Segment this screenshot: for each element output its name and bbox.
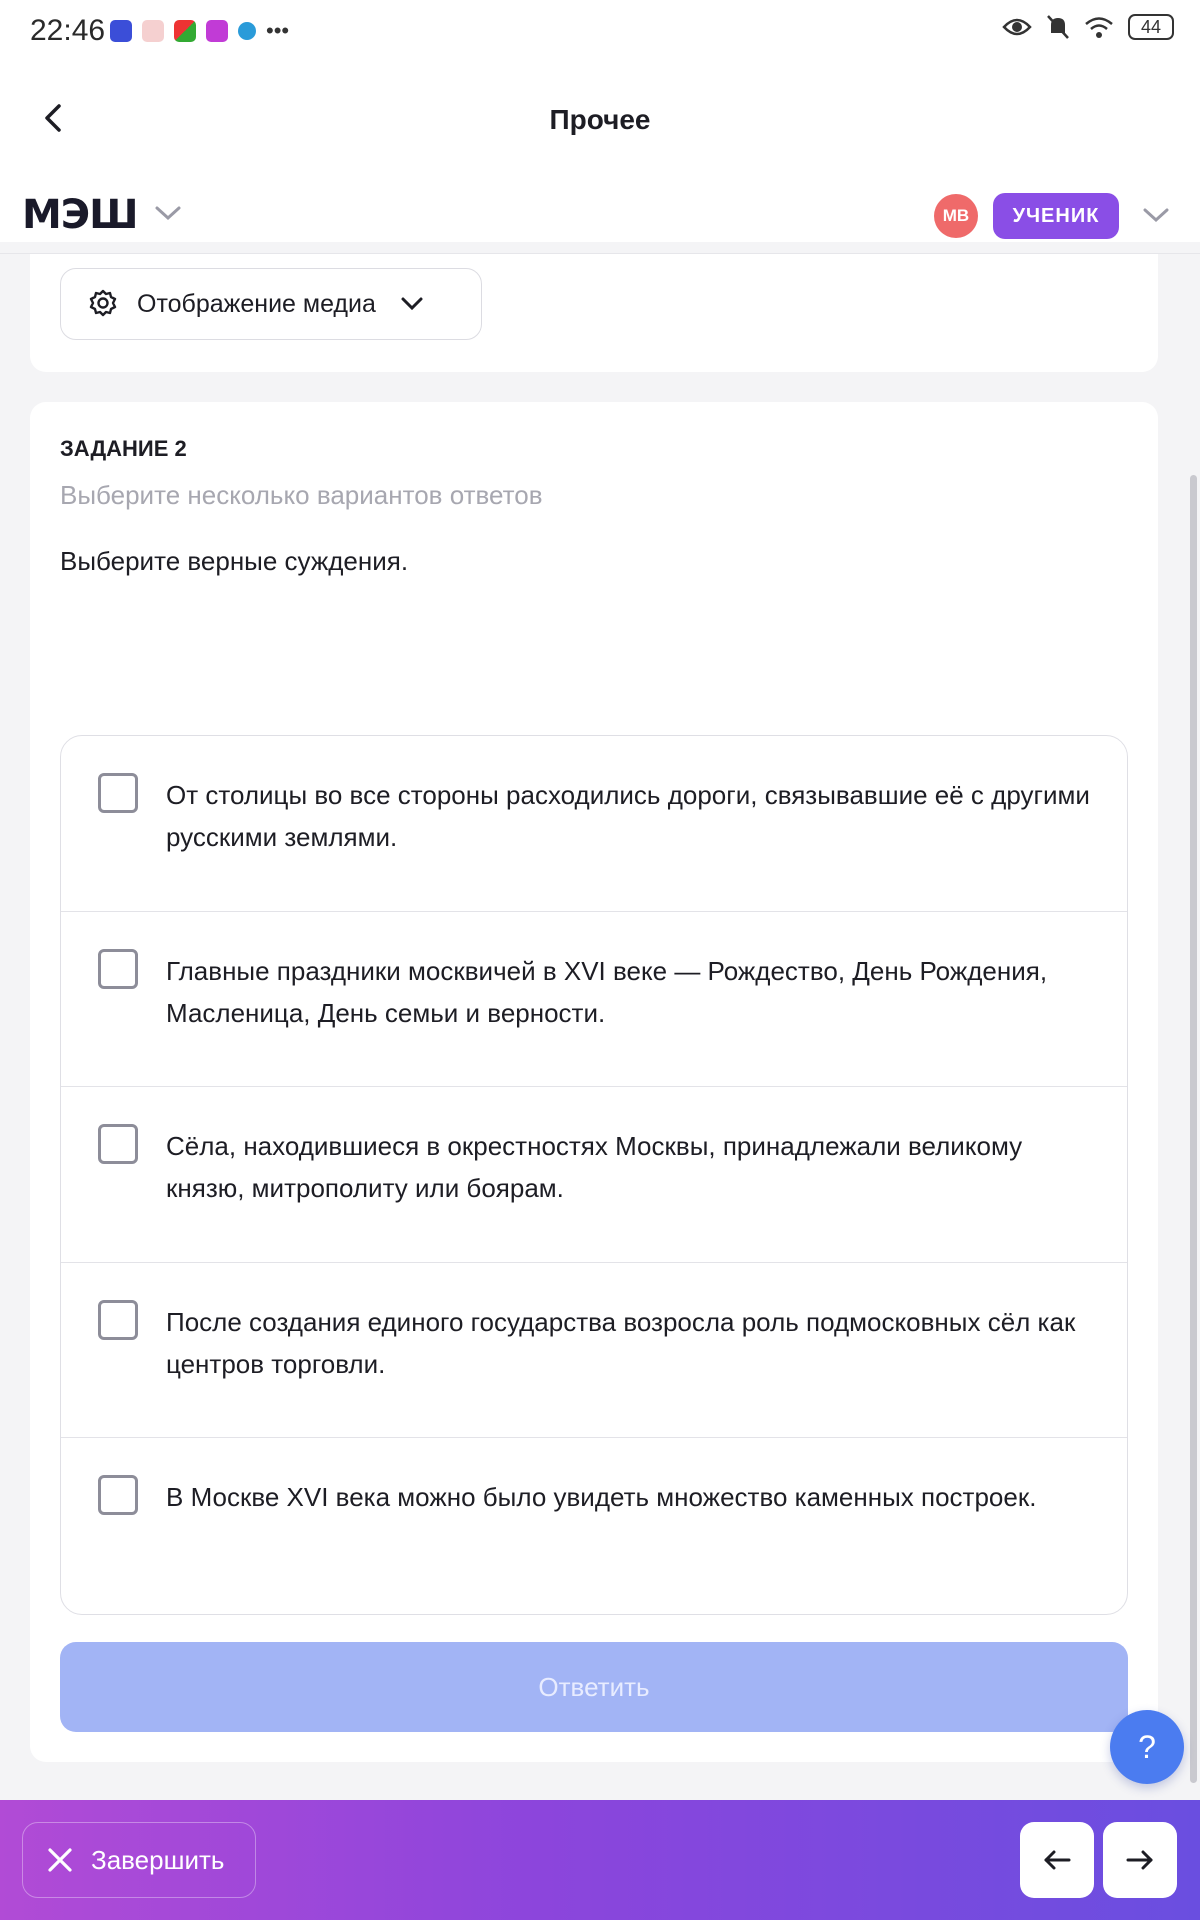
answer-options-list: От столицы во все стороны расходились до…: [60, 735, 1128, 1615]
option-text: От столицы во все стороны расходились до…: [166, 780, 1090, 852]
task-hint: Выберите несколько вариантов ответов: [60, 480, 543, 510]
status-time: 22:46: [30, 14, 106, 47]
option-checkbox[interactable]: [98, 773, 138, 813]
bottom-action-bar: Завершить: [0, 1800, 1200, 1920]
media-display-button[interactable]: Отображение медиа: [60, 268, 482, 340]
calendar-app-icon: [142, 20, 164, 42]
option-text: Сёла, находившиеся в окрестностях Москвы…: [166, 1131, 1023, 1203]
chevron-down-icon: [401, 297, 423, 311]
games-app-icon: [174, 20, 196, 42]
option-checkbox[interactable]: [98, 1124, 138, 1164]
answer-option[interactable]: После создания единого государства возро…: [61, 1263, 1127, 1438]
option-text: После создания единого государства возро…: [166, 1306, 1076, 1379]
answer-option[interactable]: В Москве XVI века можно было увидеть мно…: [61, 1438, 1127, 1614]
answer-option[interactable]: Сёла, находившиеся в окрестностях Москвы…: [61, 1087, 1127, 1263]
answer-option[interactable]: От столицы во все стороны расходились до…: [61, 736, 1127, 912]
messenger-app-icon: [110, 20, 132, 42]
option-checkbox[interactable]: [98, 948, 138, 989]
chevron-down-icon[interactable]: [154, 204, 182, 222]
bell-muted-icon: [1047, 15, 1069, 39]
ozon-app-icon: [206, 20, 228, 42]
more-notifications-icon: •••: [266, 18, 290, 43]
option-text: Главные праздники москвичей в XVI веке —…: [166, 955, 1048, 1028]
option-checkbox[interactable]: [98, 1299, 138, 1340]
telegram-app-icon: [238, 22, 256, 40]
brand-logo[interactable]: МЭШ: [22, 192, 139, 238]
wifi-icon: [1085, 17, 1113, 38]
task-title: ЗАДАНИЕ 2: [60, 436, 187, 461]
help-button[interactable]: ?: [1110, 1710, 1184, 1784]
submit-answer-button[interactable]: Ответить: [60, 1642, 1128, 1732]
finish-button[interactable]: Завершить: [22, 1822, 256, 1898]
task-card: ЗАДАНИЕ 2 Выберите несколько вариантов о…: [30, 402, 1158, 1762]
status-app-icons: •••: [110, 18, 289, 44]
answer-option[interactable]: Главные праздники москвичей в XVI веке —…: [61, 912, 1127, 1087]
option-text: В Москве XVI века можно было увидеть мно…: [166, 1482, 1037, 1512]
media-card: Отображение медиа: [30, 254, 1158, 372]
page-title: Прочее: [549, 104, 651, 135]
media-display-label: Отображение медиа: [137, 289, 376, 318]
option-checkbox[interactable]: [98, 1475, 138, 1515]
arrow-right-icon: [1126, 1850, 1153, 1870]
battery-indicator: 44: [1128, 14, 1174, 40]
arrow-left-icon: [1044, 1850, 1071, 1870]
previous-task-button[interactable]: [1020, 1822, 1094, 1898]
scrollbar[interactable]: [1190, 475, 1197, 1783]
eye-icon: [1002, 18, 1032, 36]
close-icon: [48, 1848, 72, 1872]
role-badge[interactable]: УЧЕНИК: [993, 193, 1119, 239]
next-task-button[interactable]: [1103, 1822, 1177, 1898]
status-indicators: 44: [1002, 14, 1174, 40]
status-bar: 22:46 ••• 44: [0, 0, 1200, 62]
finish-label: Завершить: [91, 1844, 225, 1875]
role-chevron-down-icon[interactable]: [1142, 206, 1170, 224]
app-header: Прочее МЭШ МВ УЧЕНИК: [0, 62, 1200, 242]
avatar[interactable]: МВ: [934, 194, 978, 238]
gear-icon: [89, 289, 117, 317]
task-question: Выберите верные суждения.: [60, 546, 409, 576]
